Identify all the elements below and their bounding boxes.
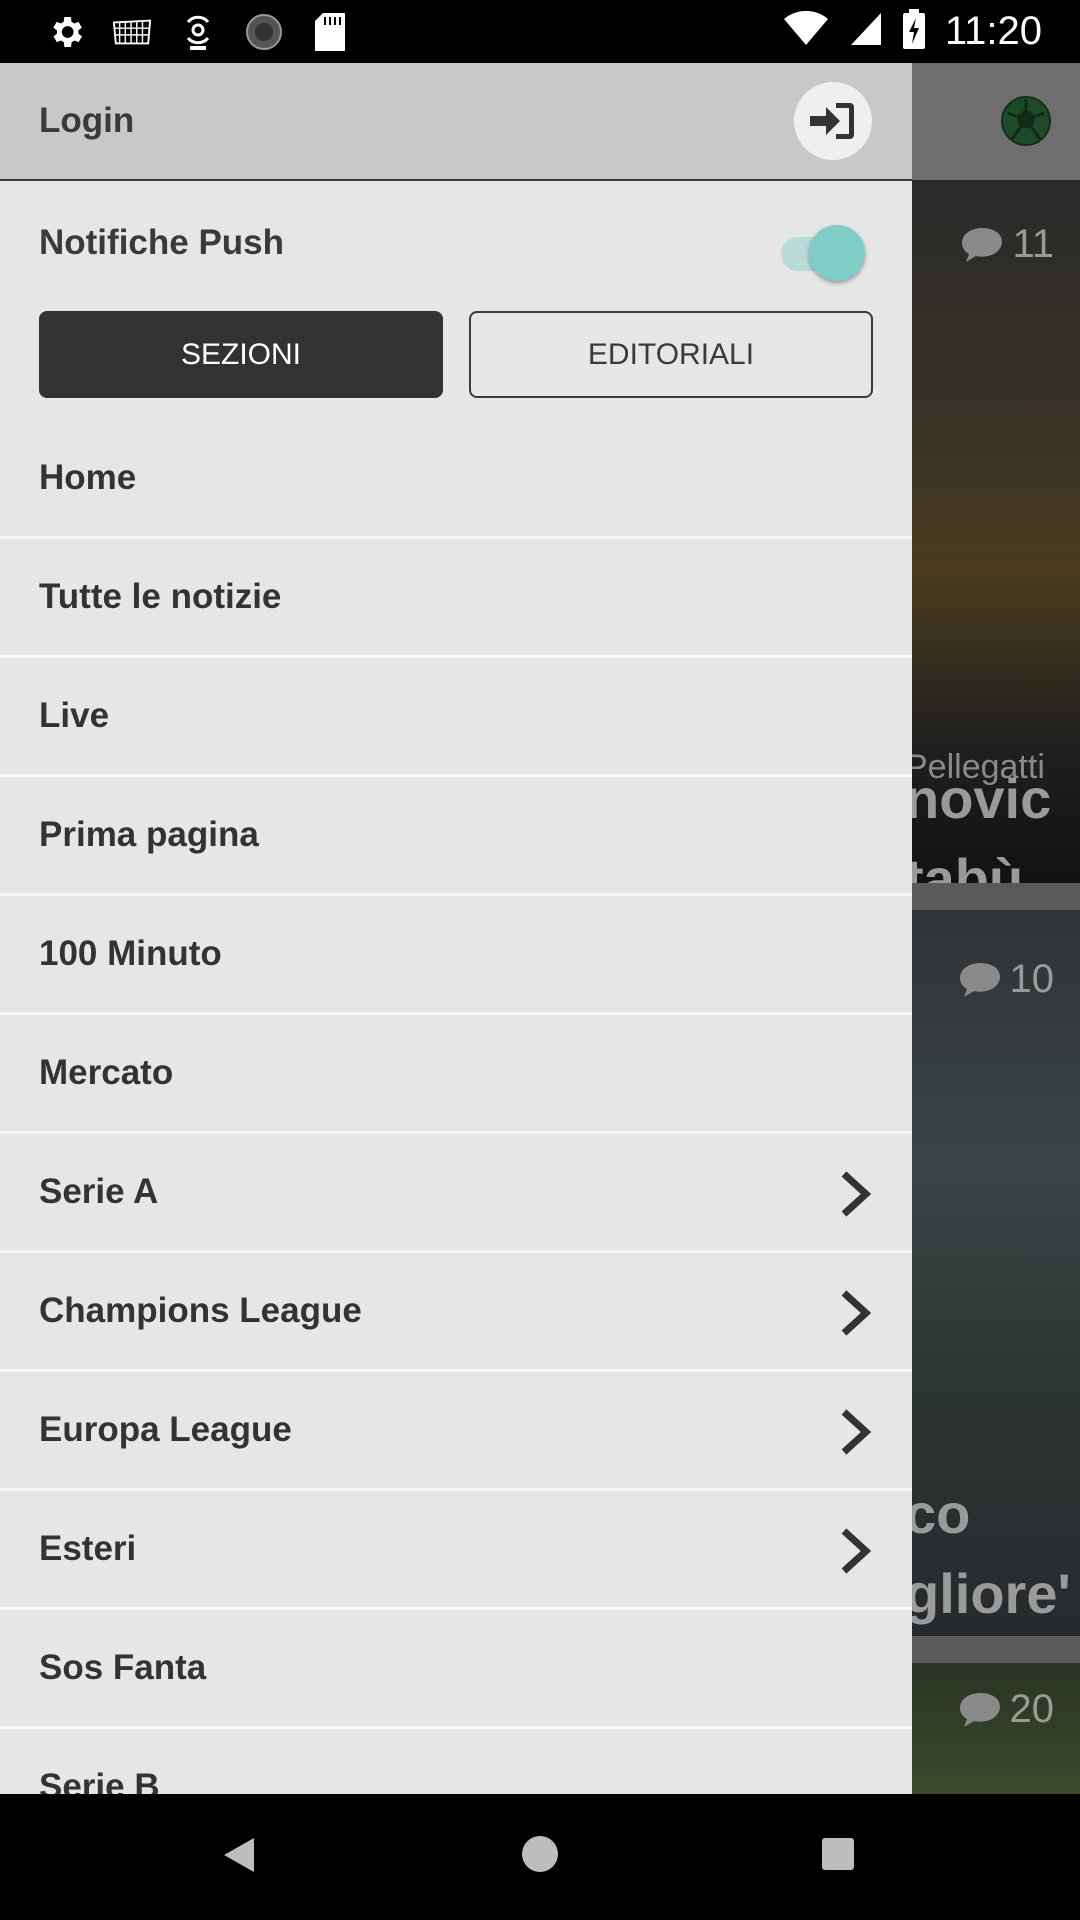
push-notifications-row: Notifiche Push <box>0 181 912 299</box>
drawer-menu-item[interactable]: Prima pagina <box>0 777 912 896</box>
drawer-menu-item[interactable]: Mercato <box>0 1015 912 1134</box>
soccer-ball-icon[interactable] <box>1000 95 1052 147</box>
system-nav-bar <box>0 1794 1080 1920</box>
status-system-icons: 11:20 <box>783 0 1042 63</box>
wifi-icon <box>783 10 829 52</box>
sd-card-icon <box>310 12 350 52</box>
card-title-line: tabù <box>905 847 1024 883</box>
drawer-menu-item[interactable]: Home <box>0 420 912 539</box>
drawer-menu-item-label: Sos Fanta <box>39 1648 207 1687</box>
gear-icon <box>46 12 86 52</box>
login-label: Login <box>39 101 135 140</box>
status-notification-icons <box>46 10 350 54</box>
tab-editoriali[interactable]: EDITORIALI <box>469 311 873 398</box>
recents-square-icon[interactable] <box>822 1838 854 1870</box>
comment-count: 10 <box>958 957 1054 1002</box>
card-title-line: gliore' <box>905 1562 1071 1625</box>
drawer-menu-item-label: Tutte le notizie <box>39 577 282 616</box>
keyboard-icon <box>112 12 152 52</box>
login-button[interactable] <box>794 82 872 160</box>
drawer-menu-item-label: Europa League <box>39 1410 292 1449</box>
drawer-menu-item[interactable]: Sos Fanta <box>0 1610 912 1729</box>
comment-icon <box>962 227 1003 262</box>
battery-charging-icon <box>902 9 925 54</box>
drawer-menu-item-label: Prima pagina <box>39 815 259 854</box>
chevron-right-icon <box>841 1409 872 1455</box>
toggle-thumb <box>809 225 865 281</box>
comment-count: 11 <box>960 222 1054 267</box>
drawer-menu-item-label: Serie B <box>39 1767 160 1794</box>
navigation-drawer: Login Notifiche Push SEZIONI EDITORIALI … <box>0 63 912 1794</box>
drawer-menu-item[interactable]: Serie A <box>0 1134 912 1253</box>
drawer-menu-item[interactable]: 100 Minuto <box>0 896 912 1015</box>
drawer-menu-item-label: Mercato <box>39 1053 174 1092</box>
drawer-menu-item[interactable]: Esteri <box>0 1491 912 1610</box>
push-notifications-toggle[interactable] <box>781 225 865 285</box>
drawer-menu: Home Tutte le notizie Live Prima pagina 100 … <box>0 420 912 1794</box>
card-title-line: novic <box>905 767 1052 830</box>
drawer-menu-item-label: 100 Minuto <box>39 934 222 973</box>
drawer-menu-item[interactable]: Champions League <box>0 1253 912 1372</box>
drawer-menu-item-label: Live <box>39 696 110 735</box>
drawer-menu-item-label: Champions League <box>39 1291 362 1330</box>
chevron-right-icon <box>841 1528 872 1574</box>
tab-sezioni[interactable]: SEZIONI <box>39 311 443 398</box>
comment-count: 20 <box>958 1687 1054 1732</box>
sync-icon <box>244 12 284 52</box>
home-circle-icon[interactable] <box>522 1836 558 1872</box>
hotspot-icon <box>178 12 218 52</box>
sign-in-icon <box>810 103 854 139</box>
drawer-menu-item[interactable]: Live <box>0 658 912 777</box>
back-icon[interactable] <box>222 1836 256 1879</box>
comment-icon <box>959 1692 1000 1727</box>
comment-icon <box>959 962 1000 997</box>
drawer-menu-item[interactable]: Tutte le notizie <box>0 539 912 658</box>
push-notifications-label: Notifiche Push <box>39 223 285 262</box>
status-bar: 11:20 <box>0 0 1080 63</box>
drawer-menu-item-label: Home <box>39 458 137 497</box>
signal-icon <box>849 11 883 52</box>
chevron-right-icon <box>841 1171 872 1217</box>
drawer-menu-item[interactable]: Europa League <box>0 1372 912 1491</box>
card-title-line: co <box>905 1482 971 1545</box>
drawer-menu-item-label: Serie A <box>39 1172 159 1211</box>
status-time: 11:20 <box>944 9 1042 53</box>
drawer-menu-item-label: Esteri <box>39 1529 137 1568</box>
drawer-menu-item[interactable]: Serie B <box>0 1729 912 1794</box>
drawer-login-row[interactable]: Login <box>0 63 912 181</box>
chevron-right-icon <box>841 1290 872 1336</box>
